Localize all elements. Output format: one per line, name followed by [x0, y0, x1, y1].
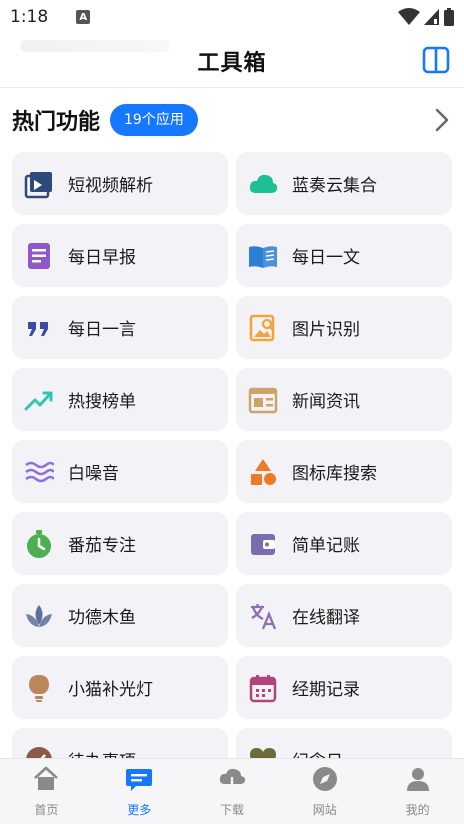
document-icon	[24, 241, 54, 271]
download-cloud-icon	[218, 765, 246, 797]
tool-card[interactable]: 新闻资讯	[236, 368, 452, 431]
nav-label: 我的	[405, 803, 430, 817]
tool-card[interactable]: 番茄专注	[12, 512, 228, 575]
quote-icon	[24, 313, 54, 343]
app-header: 工具箱	[0, 34, 464, 88]
tool-card[interactable]: 功德木鱼	[12, 584, 228, 647]
tool-card[interactable]: 经期记录	[236, 656, 452, 719]
nav-item[interactable]: 更多	[93, 759, 186, 824]
tool-label: 番茄专注	[68, 536, 136, 556]
tool-label: 短视频解析	[68, 176, 153, 196]
trending-icon	[24, 385, 54, 415]
newspaper-icon	[248, 385, 278, 415]
status-time: 1:18	[10, 7, 49, 27]
tool-card[interactable]: 每日一文	[236, 224, 452, 287]
todo-icon	[24, 745, 54, 758]
nav-label: 网站	[312, 803, 337, 817]
signal-icon	[424, 9, 439, 25]
calendar-icon	[248, 673, 278, 703]
open-book-icon	[248, 241, 278, 271]
tool-card[interactable]: 图片识别	[236, 296, 452, 359]
section-header: 热门功能 19个应用	[12, 100, 452, 140]
nav-label: 更多	[127, 803, 152, 817]
compass-icon	[311, 765, 339, 797]
tool-card[interactable]: 小猫补光灯	[12, 656, 228, 719]
tool-label: 待办事项	[68, 747, 136, 758]
nav-item[interactable]: 首页	[0, 759, 93, 824]
translate-icon	[248, 601, 278, 631]
nav-item[interactable]: 我的	[371, 759, 464, 824]
bulb-icon	[24, 673, 54, 703]
bottom-nav: 首页 更多 下载 网站 我的	[0, 758, 464, 824]
timer-icon	[24, 529, 54, 559]
tool-label: 图片识别	[292, 320, 360, 340]
tool-label: 经期记录	[292, 680, 360, 700]
nav-item[interactable]: 下载	[186, 759, 279, 824]
tool-card[interactable]: 图标库搜索	[236, 440, 452, 503]
wifi-icon	[398, 8, 420, 25]
tool-label: 每日一文	[292, 248, 360, 268]
tool-card[interactable]: 白噪音	[12, 440, 228, 503]
tool-card[interactable]: 每日早报	[12, 224, 228, 287]
header-blur-decoration	[20, 40, 170, 52]
tool-label: 功德木鱼	[68, 608, 136, 628]
tool-grid: 短视频解析 蓝奏云集合每日早报 每日一文每日一言 图片识别热搜榜单 新闻资讯白噪音 图标库…	[12, 152, 452, 758]
tool-card[interactable]: 每日一言	[12, 296, 228, 359]
nav-item[interactable]: 网站	[278, 759, 371, 824]
app-count-badge: 19个应用	[110, 104, 198, 136]
more-chat-icon	[125, 765, 153, 797]
section-title: 热门功能	[12, 110, 101, 135]
shapes-icon	[248, 457, 278, 487]
user-icon	[404, 765, 432, 797]
split-view-icon[interactable]	[422, 46, 450, 74]
tool-card[interactable]: 蓝奏云集合	[236, 152, 452, 215]
tool-label: 白噪音	[68, 464, 119, 484]
notification-icon: A	[76, 10, 91, 24]
tool-card[interactable]: 待办事项	[12, 728, 228, 758]
tool-label: 每日早报	[68, 248, 136, 268]
tool-label: 蓝奏云集合	[292, 176, 377, 196]
waves-icon	[24, 457, 54, 487]
chevron-right-icon[interactable]	[432, 106, 452, 134]
nav-label: 下载	[219, 803, 244, 817]
tool-label: 每日一言	[68, 320, 136, 340]
page-title: 工具箱	[197, 50, 267, 76]
image-search-icon	[248, 313, 278, 343]
video-play-icon	[24, 169, 54, 199]
tool-label: 在线翻译	[292, 608, 360, 628]
tool-label: 小猫补光灯	[68, 680, 153, 700]
status-icons	[398, 8, 454, 26]
wallet-icon	[248, 529, 278, 559]
status-bar: 1:18 A	[0, 0, 464, 34]
lotus-icon	[24, 601, 54, 631]
tool-label: 热搜榜单	[68, 392, 136, 412]
home-icon	[32, 765, 60, 797]
tool-label: 纪念日	[292, 747, 343, 758]
tool-card[interactable]: 短视频解析	[12, 152, 228, 215]
tool-card[interactable]: 简单记账	[236, 512, 452, 575]
tool-card[interactable]: 纪念日	[236, 728, 452, 758]
tool-card[interactable]: 热搜榜单	[12, 368, 228, 431]
battery-icon	[444, 8, 454, 26]
tool-label: 图标库搜索	[292, 464, 377, 484]
nav-label: 首页	[34, 803, 59, 817]
tool-label: 新闻资讯	[292, 392, 360, 412]
tool-label: 简单记账	[292, 536, 360, 556]
cloud-icon	[248, 169, 278, 199]
heart-icon	[248, 745, 278, 758]
tool-card[interactable]: 在线翻译	[236, 584, 452, 647]
